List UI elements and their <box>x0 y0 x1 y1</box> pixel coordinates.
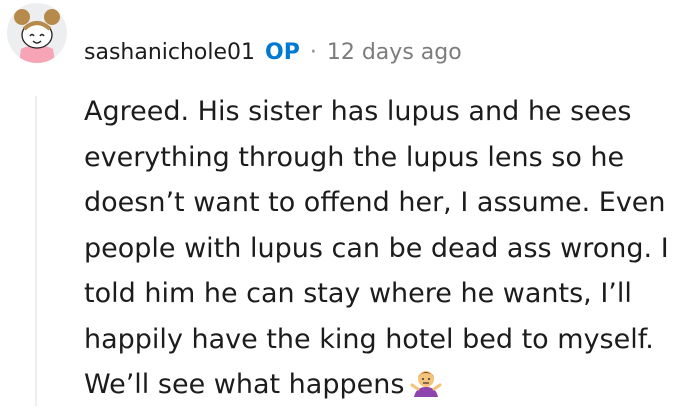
meta-separator: · <box>309 39 317 65</box>
comment-line: people with lupus can be dead ass wrong.… <box>84 232 669 264</box>
author-username[interactable]: sashanichole01 <box>84 40 255 65</box>
comment-line: Agreed. His sister has lupus and he sees <box>84 96 632 127</box>
snoo-avatar-icon <box>14 9 60 63</box>
avatar[interactable] <box>7 3 67 63</box>
comment-timestamp[interactable]: 12 days ago <box>327 40 462 65</box>
comment-header: sashanichole01 OP · 12 days ago <box>84 34 462 70</box>
comment-line: doesn’t want to offend her, I assume. Ev… <box>84 187 666 218</box>
comment-line: everything through the lupus lens so he <box>84 141 625 173</box>
comment-line-text: We’ll see what happens <box>84 369 405 400</box>
comment-body: Agreed. His sister has lupus and he sees… <box>84 89 694 408</box>
comment-line: happily have the king hotel bed to mysel… <box>84 323 654 355</box>
comment-line-last: We’ll see what happens <box>84 362 694 408</box>
person-shrugging-emoji-icon <box>410 367 442 399</box>
op-badge: OP <box>265 39 300 65</box>
comment-line: told him he can stay where he wants, I’l… <box>84 278 632 309</box>
thread-line[interactable] <box>35 96 37 406</box>
